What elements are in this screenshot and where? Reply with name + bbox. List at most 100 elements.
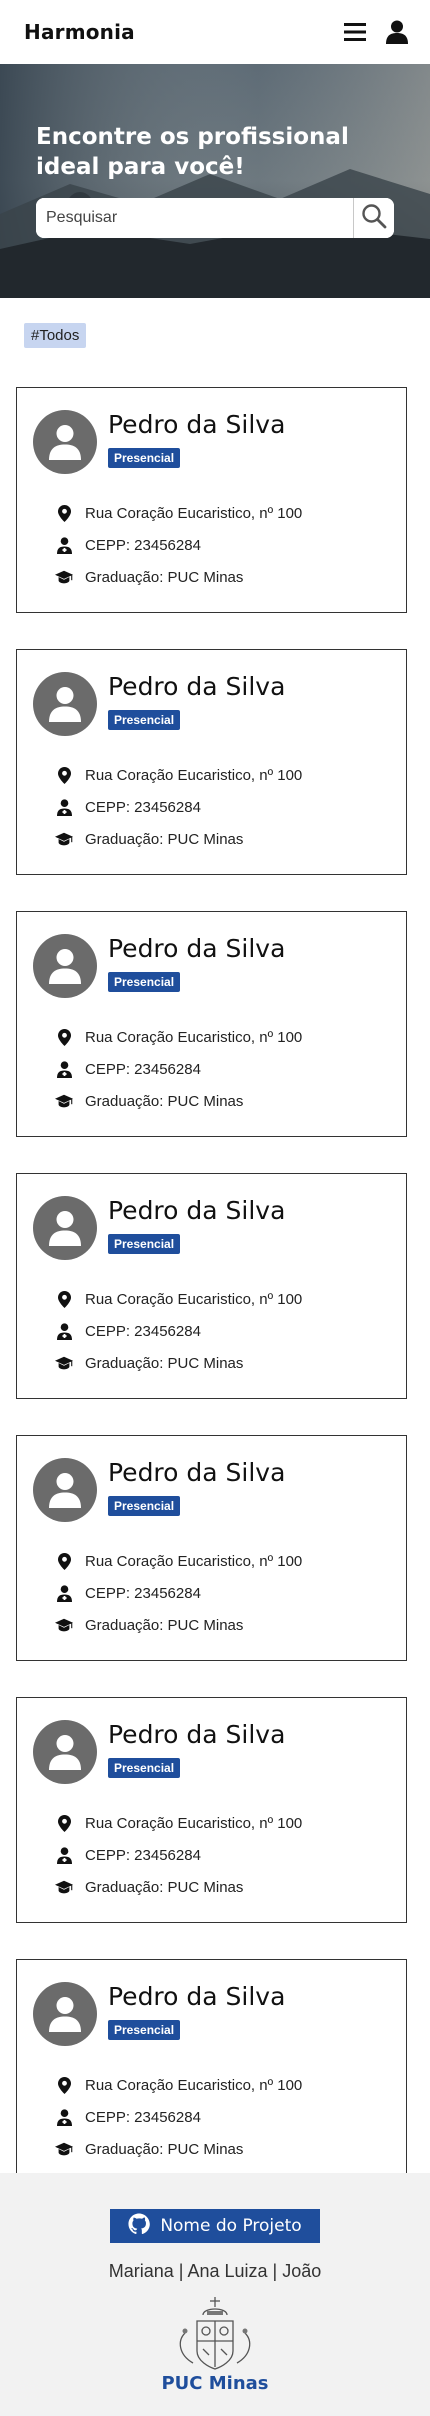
address-row: Rua Coração Eucaristico, nº 100 (55, 1812, 302, 1834)
modality-badge: Presencial (108, 1758, 181, 1778)
location-pin-icon (55, 504, 73, 522)
address-text: Rua Coração Eucaristico, nº 100 (85, 504, 303, 522)
professional-name: Pedro da Silva (108, 1720, 286, 1749)
graduation-row: Graduação: PUC Minas (55, 828, 243, 850)
professional-name: Pedro da Silva (108, 410, 286, 439)
graduation-text: Graduação: PUC Minas (85, 1616, 244, 1634)
brand-logo-text[interactable]: Harmonia (24, 20, 135, 44)
cepp-row: CEPP: 23456284 (55, 1844, 201, 1866)
github-icon (128, 2212, 151, 2240)
modality-badge: Presencial (108, 710, 181, 730)
logo-text: PUC Minas (161, 2373, 269, 2394)
graduation-row: Graduação: PUC Minas (55, 566, 243, 588)
user-icon[interactable] (386, 20, 408, 44)
graduation-text: Graduação: PUC Minas (85, 830, 244, 848)
top-header: Harmonia (0, 0, 430, 64)
doctor-icon (55, 1846, 73, 1864)
graduation-row: Graduação: PUC Minas (55, 1614, 243, 1636)
address-text: Rua Coração Eucaristico, nº 100 (85, 1290, 303, 1308)
cepp-text: CEPP: 23456284 (85, 1846, 201, 1864)
address-row: Rua Coração Eucaristico, nº 100 (55, 2074, 302, 2096)
cepp-row: CEPP: 23456284 (55, 2106, 201, 2128)
graduation-row: Graduação: PUC Minas (55, 1876, 243, 1898)
graduation-cap-icon (55, 830, 73, 848)
cepp-row: CEPP: 23456284 (55, 1058, 201, 1080)
location-pin-icon (55, 1290, 73, 1308)
modality-badge: Presencial (108, 448, 181, 468)
hero-title: Encontre os profissional ideal para você… (36, 124, 349, 180)
search-icon (361, 203, 387, 234)
graduation-text: Graduação: PUC Minas (85, 1354, 244, 1372)
address-text: Rua Coração Eucaristico, nº 100 (85, 2076, 303, 2094)
graduation-cap-icon (55, 1878, 73, 1896)
address-row: Rua Coração Eucaristico, nº 100 (55, 764, 302, 786)
professional-card[interactable]: Pedro da Silva Presencial Rua Coração Eu… (16, 1959, 407, 2185)
graduation-cap-icon (55, 568, 73, 586)
professional-card[interactable]: Pedro da Silva Presencial Rua Coração Eu… (16, 1697, 407, 1923)
professional-name: Pedro da Silva (108, 934, 286, 963)
project-button-label: Nome do Projeto (160, 2216, 302, 2236)
modality-badge: Presencial (108, 1496, 181, 1516)
cepp-row: CEPP: 23456284 (55, 1320, 201, 1342)
puc-minas-logo: PUC Minas (155, 2293, 275, 2398)
address-text: Rua Coração Eucaristico, nº 100 (85, 1552, 303, 1570)
avatar (33, 410, 97, 474)
avatar (33, 1982, 97, 2046)
filter-tag-todos[interactable]: #Todos (24, 323, 87, 348)
graduation-text: Graduação: PUC Minas (85, 1092, 244, 1110)
project-repo-button[interactable]: Nome do Projeto (110, 2209, 320, 2243)
professional-card[interactable]: Pedro da Silva Presencial Rua Coração Eu… (16, 1173, 407, 1399)
professional-card[interactable]: Pedro da Silva Presencial Rua Coração Eu… (16, 911, 407, 1137)
address-text: Rua Coração Eucaristico, nº 100 (85, 1028, 303, 1046)
search-button[interactable] (354, 198, 394, 238)
address-text: Rua Coração Eucaristico, nº 100 (85, 1814, 303, 1832)
modality-badge: Presencial (108, 2020, 181, 2040)
header-actions (344, 20, 408, 44)
address-text: Rua Coração Eucaristico, nº 100 (85, 766, 303, 784)
menu-icon[interactable] (344, 22, 366, 42)
cepp-text: CEPP: 23456284 (85, 1322, 201, 1340)
cepp-text: CEPP: 23456284 (85, 1060, 201, 1078)
graduation-text: Graduação: PUC Minas (85, 1878, 244, 1896)
search-input[interactable] (36, 198, 354, 238)
graduation-text: Graduação: PUC Minas (85, 568, 244, 586)
cepp-row: CEPP: 23456284 (55, 796, 201, 818)
cepp-text: CEPP: 23456284 (85, 2108, 201, 2126)
professional-name: Pedro da Silva (108, 672, 286, 701)
professional-name: Pedro da Silva (108, 1458, 286, 1487)
address-row: Rua Coração Eucaristico, nº 100 (55, 1550, 302, 1572)
cepp-text: CEPP: 23456284 (85, 798, 201, 816)
address-row: Rua Coração Eucaristico, nº 100 (55, 1288, 302, 1310)
cepp-row: CEPP: 23456284 (55, 534, 201, 556)
professional-name: Pedro da Silva (108, 1982, 286, 2011)
search-bar (36, 198, 394, 238)
professional-card[interactable]: Pedro da Silva Presencial Rua Coração Eu… (16, 1435, 407, 1661)
modality-badge: Presencial (108, 972, 181, 992)
location-pin-icon (55, 1552, 73, 1570)
professional-card[interactable]: Pedro da Silva Presencial Rua Coração Eu… (16, 649, 407, 875)
avatar (33, 1458, 97, 1522)
cepp-text: CEPP: 23456284 (85, 1584, 201, 1602)
graduation-row: Graduação: PUC Minas (55, 1352, 243, 1374)
avatar (33, 934, 97, 998)
graduation-cap-icon (55, 1092, 73, 1110)
location-pin-icon (55, 1028, 73, 1046)
graduation-text: Graduação: PUC Minas (85, 2140, 244, 2158)
location-pin-icon (55, 1814, 73, 1832)
professional-card[interactable]: Pedro da Silva Presencial Rua Coração Eu… (16, 387, 407, 613)
doctor-icon (55, 1322, 73, 1340)
graduation-row: Graduação: PUC Minas (55, 2138, 243, 2160)
address-row: Rua Coração Eucaristico, nº 100 (55, 1026, 302, 1048)
doctor-icon (55, 1584, 73, 1602)
doctor-icon (55, 536, 73, 554)
graduation-cap-icon (55, 1616, 73, 1634)
doctor-icon (55, 798, 73, 816)
graduation-cap-icon (55, 1354, 73, 1372)
avatar (33, 1196, 97, 1260)
graduation-cap-icon (55, 2140, 73, 2158)
location-pin-icon (55, 2076, 73, 2094)
page-footer: Nome do Projeto Mariana | Ana Luiza | Jo… (0, 2173, 430, 2416)
doctor-icon (55, 1060, 73, 1078)
avatar (33, 672, 97, 736)
puc-minas-crest-icon (179, 2297, 251, 2370)
